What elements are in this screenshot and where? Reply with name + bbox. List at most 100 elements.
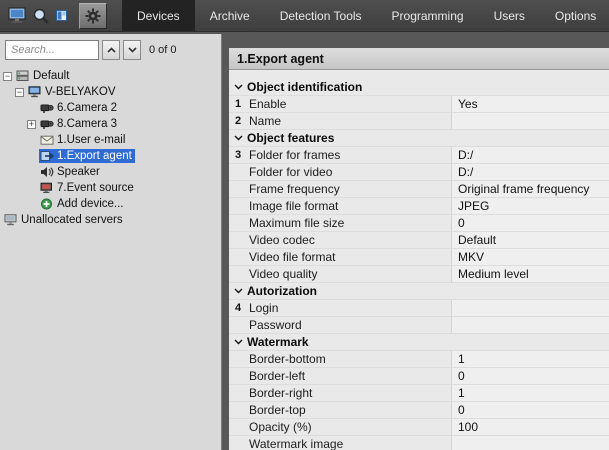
property-value[interactable]: 0 — [451, 402, 609, 418]
property-value[interactable] — [451, 436, 609, 450]
property-value[interactable]: 0 — [451, 215, 609, 231]
tree-item-speaker[interactable]: Speaker — [0, 164, 221, 180]
property-row-border-right[interactable]: Border-right1 — [229, 385, 609, 402]
tree-node: V-BELYAKOV — [27, 85, 119, 99]
tree-item-add-device[interactable]: Add device... — [0, 196, 221, 212]
app-window: DevicesArchiveDetection ToolsProgramming… — [0, 0, 609, 450]
property-row-video-codec[interactable]: Video codecDefault — [229, 232, 609, 249]
property-row-image-file-format[interactable]: Image file formatJPEG — [229, 198, 609, 215]
property-row-opacity[interactable]: Opacity (%)100 — [229, 419, 609, 436]
property-row-password[interactable]: Password — [229, 317, 609, 334]
property-row-border-top[interactable]: Border-top 0 — [229, 402, 609, 419]
tab-archive[interactable]: Archive — [195, 0, 265, 31]
property-group-name: Object identification — [247, 80, 362, 94]
property-value[interactable]: 1 — [451, 351, 609, 367]
tree-item-1-export-agent[interactable]: 1.Export agent — [0, 148, 221, 164]
property-group-object-identification[interactable]: Object identification — [229, 79, 609, 96]
property-value[interactable]: 0 — [451, 368, 609, 384]
property-name: Folder for frames — [247, 148, 451, 162]
panels-icon[interactable] — [53, 4, 69, 28]
tree-item-1-user-e-mail[interactable]: 1.User e-mail — [0, 132, 221, 148]
chevron-down-icon[interactable] — [229, 339, 247, 345]
property-value[interactable] — [451, 300, 609, 316]
tree-item-label: Default — [33, 70, 69, 82]
tree-item-v-belyakov[interactable]: −V-BELYAKOV — [0, 84, 221, 100]
camera-icon — [40, 102, 54, 114]
property-name: Border-left — [247, 369, 451, 383]
property-row-border-bottom[interactable]: Border-bottom1 — [229, 351, 609, 368]
tree-item-label: 1.User e-mail — [57, 134, 125, 146]
property-group-object-features[interactable]: Object features — [229, 130, 609, 147]
gear-icon[interactable] — [79, 3, 107, 29]
property-row-video-quality[interactable]: Video qualityMedium level — [229, 266, 609, 283]
tab-detection-tools[interactable]: Detection Tools — [265, 0, 377, 31]
search-prev-button[interactable] — [102, 40, 120, 60]
property-row-video-file-format[interactable]: Video file formatMKV — [229, 249, 609, 266]
property-value[interactable]: MKV — [451, 249, 609, 265]
property-value[interactable]: JPEG — [451, 198, 609, 214]
tab-options[interactable]: Options — [540, 0, 609, 31]
property-value[interactable]: 1 — [451, 385, 609, 401]
search-next-button[interactable] — [123, 40, 141, 60]
expand-icon[interactable]: + — [27, 120, 36, 129]
property-row-number: 1 — [229, 98, 247, 110]
property-row-login[interactable]: 4Login — [229, 300, 609, 317]
property-value[interactable]: D:/ — [451, 147, 609, 163]
property-name: Border-top — [247, 403, 451, 417]
property-value[interactable]: 100 — [451, 419, 609, 435]
chevron-down-icon[interactable] — [229, 135, 247, 141]
search-input[interactable] — [5, 40, 99, 60]
property-value-text: JPEG — [458, 199, 489, 213]
property-value[interactable]: Original frame frequency — [451, 181, 609, 197]
monitor-icon[interactable] — [5, 4, 29, 28]
speaker-icon — [40, 166, 54, 178]
property-row-border-left[interactable]: Border-left0 — [229, 368, 609, 385]
window-body: 0 of 0 −Default−V-BELYAKOV6.Camera 2+8.C… — [0, 32, 609, 450]
property-row-frame-frequency[interactable]: Frame frequencyOriginal frame frequency — [229, 181, 609, 198]
property-row-enable[interactable]: 1EnableYes — [229, 96, 609, 113]
chevron-down-icon[interactable] — [229, 288, 247, 294]
property-value[interactable]: Medium level — [451, 266, 609, 282]
tree-node: 6.Camera 2 — [39, 101, 120, 115]
tree-item-8-camera-3[interactable]: +8.Camera 3 — [0, 116, 221, 132]
property-row-folder-for-frames[interactable]: 3Folder for framesD:/ — [229, 147, 609, 164]
property-grid: Object identification 1EnableYes2NameObje… — [229, 70, 609, 450]
property-group-watermark[interactable]: Watermark — [229, 334, 609, 351]
property-row-watermark-image[interactable]: Watermark image — [229, 436, 609, 450]
property-row-maximum-file-size[interactable]: Maximum file size0 — [229, 215, 609, 232]
servers-icon — [16, 70, 30, 82]
tree-item-label: 8.Camera 3 — [57, 118, 117, 130]
property-name: Border-bottom — [247, 352, 451, 366]
tree-item-7-event-source[interactable]: 7.Event source — [0, 180, 221, 196]
search-icon[interactable] — [29, 4, 53, 28]
tab-users[interactable]: Users — [479, 0, 540, 31]
property-name: Video quality — [247, 267, 451, 281]
tab-programming[interactable]: Programming — [377, 0, 479, 31]
property-row-name[interactable]: 2Name — [229, 113, 609, 130]
property-name: Video codec — [247, 233, 451, 247]
property-value-text: D:/ — [458, 148, 473, 162]
toolbar-icon-cluster — [0, 0, 112, 31]
collapse-icon[interactable]: − — [15, 88, 24, 97]
tree-item-6-camera-2[interactable]: 6.Camera 2 — [0, 100, 221, 116]
property-value[interactable] — [451, 317, 609, 333]
tree-item-unallocated-servers[interactable]: Unallocated servers — [0, 212, 221, 228]
property-value[interactable]: D:/ — [451, 164, 609, 180]
property-value[interactable] — [451, 113, 609, 129]
property-value-text: 0 — [458, 403, 465, 417]
property-group-autorization[interactable]: Autorization — [229, 283, 609, 300]
property-row-folder-for-video[interactable]: Folder for videoD:/ — [229, 164, 609, 181]
chevron-down-icon[interactable] — [229, 84, 247, 90]
device-tree: −Default−V-BELYAKOV6.Camera 2+8.Camera 3… — [0, 65, 221, 450]
property-value-text: MKV — [458, 250, 484, 264]
property-value[interactable]: Default — [451, 232, 609, 248]
event-icon — [40, 182, 54, 194]
property-value[interactable]: Yes — [451, 96, 609, 112]
tree-item-label: Unallocated servers — [21, 214, 123, 226]
collapse-icon[interactable]: − — [3, 72, 12, 81]
property-name: Name — [247, 114, 451, 128]
tab-devices[interactable]: Devices — [122, 0, 195, 31]
property-value-text: 0 — [458, 216, 465, 230]
tree-item-default[interactable]: − Default — [0, 68, 221, 84]
search-result-counter: 0 of 0 — [149, 44, 177, 56]
